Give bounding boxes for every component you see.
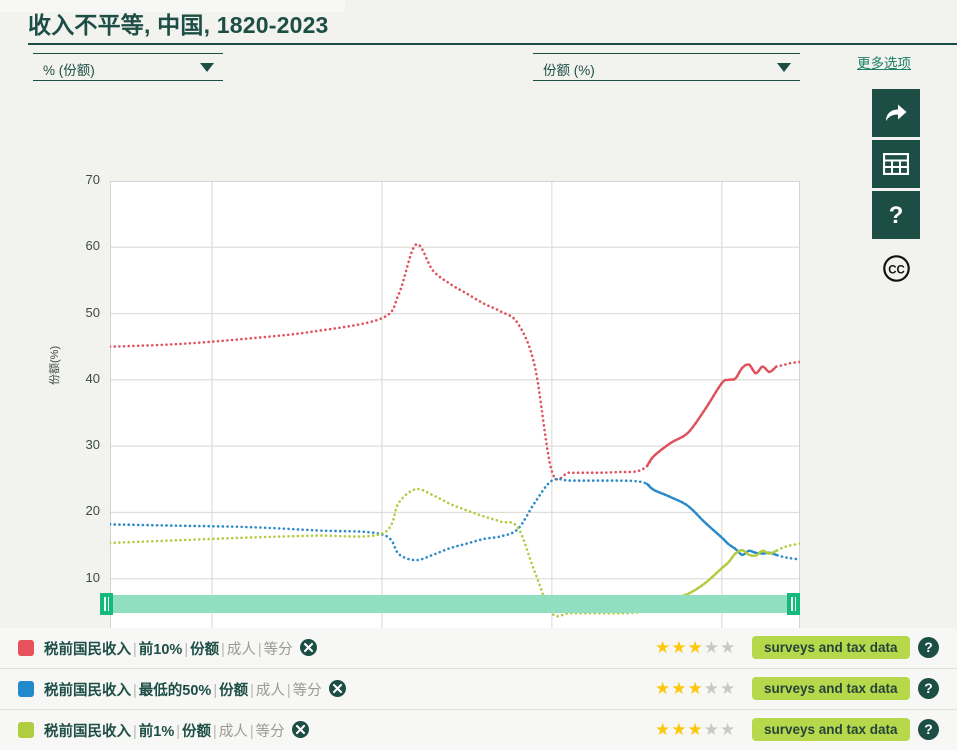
range-handle-start[interactable] (100, 593, 113, 615)
series-lines (110, 181, 800, 645)
y-axis-tick: 20 (85, 503, 100, 519)
star-icon: ★ (671, 720, 688, 739)
legend-label: 税前国民收入 | 前1% | 份额 | 成人 | 等分 (44, 724, 285, 740)
help-icon[interactable]: ? (918, 637, 939, 658)
legend-row[interactable]: 税前国民收入 | 最低的50% | 份额 | 成人 | 等分 ★★★★★ surveys and t… (0, 669, 957, 710)
chevron-down-icon (200, 63, 214, 72)
page-title: 收入不平等, 中国, 1820-2023 (28, 12, 329, 38)
star-icon: ★ (703, 638, 720, 657)
star-icon: ★ (703, 679, 720, 698)
cc-icon: CC (883, 255, 910, 282)
y-axis-tick: 30 (85, 437, 100, 453)
star-icon: ★ (671, 679, 688, 698)
series-line-dotted (110, 477, 800, 562)
share-icon (886, 104, 907, 121)
y-axis-tick: 10 (85, 569, 100, 585)
chart-area: 份额(%) 10203040506070 1850190019502000 (0, 85, 830, 666)
source-badge[interactable]: surveys and tax data (752, 677, 910, 700)
y-axis-tick: 50 (85, 304, 100, 320)
quality-rating-stars: ★★★★★ (655, 720, 736, 740)
help-icon[interactable]: ? (918, 719, 939, 740)
chevron-down-icon (777, 63, 791, 72)
range-handle-end[interactable] (787, 593, 800, 615)
year-range-slider[interactable] (100, 593, 800, 615)
legend-color-swatch (18, 640, 34, 656)
star-icon: ★ (671, 638, 688, 657)
legend-row[interactable]: 税前国民收入 | 前1% | 份额 | 成人 | 等分 ★★★★★ surveys and tax … (0, 710, 957, 750)
star-icon: ★ (720, 638, 737, 657)
close-icon[interactable] (300, 639, 317, 656)
legend-label: 税前国民收入 | 最低的50% | 份额 | 成人 | 等分 (44, 683, 322, 699)
star-icon: ★ (687, 720, 704, 739)
help-button[interactable]: ? (872, 191, 920, 239)
series-line-solid (645, 482, 778, 557)
quality-rating-stars: ★★★★★ (655, 679, 736, 699)
star-icon: ★ (655, 679, 672, 698)
metric-select-value: 份额 (%) (543, 63, 595, 78)
table-icon (883, 153, 909, 175)
title-divider (28, 43, 957, 45)
legend-row[interactable]: 税前国民收入 | 前10% | 份额 | 成人 | 等分 ★★★★★ surveys and tax… (0, 628, 957, 669)
plot-canvas[interactable] (110, 181, 800, 645)
legend-color-swatch (18, 722, 34, 738)
close-icon[interactable] (329, 680, 346, 697)
source-badge[interactable]: surveys and tax data (752, 718, 910, 741)
star-icon: ★ (703, 720, 720, 739)
legend-label: 税前国民收入 | 前10% | 份额 | 成人 | 等分 (44, 642, 293, 658)
unit-select-value: % (份额) (43, 63, 95, 78)
close-icon[interactable] (292, 721, 309, 738)
question-mark-icon: ? (889, 202, 904, 229)
star-icon: ★ (655, 638, 672, 657)
y-axis-tick: 70 (85, 172, 100, 187)
series-line-dotted (110, 243, 800, 481)
star-icon: ★ (720, 720, 737, 739)
legend-color-swatch (18, 681, 34, 697)
svg-text:?: ? (889, 202, 904, 229)
source-badge[interactable]: surveys and tax data (752, 636, 910, 659)
metric-select[interactable]: 份额 (%) (533, 53, 800, 81)
quality-rating-stars: ★★★★★ (655, 638, 736, 658)
svg-text:CC: CC (888, 265, 905, 277)
share-button[interactable] (872, 89, 920, 137)
y-axis-tick: 60 (85, 238, 100, 254)
star-icon: ★ (720, 679, 737, 698)
star-icon: ★ (655, 720, 672, 739)
legend: 税前国民收入 | 前10% | 份额 | 成人 | 等分 ★★★★★ surveys and tax… (0, 628, 957, 750)
chart-header: 收入不平等, 中国, 1820-2023 (0, 0, 957, 46)
y-axis-tick: 40 (85, 370, 100, 386)
unit-select[interactable]: % (份额) (33, 53, 223, 81)
star-icon: ★ (687, 679, 704, 698)
creative-commons-badge[interactable]: CC (883, 255, 910, 282)
star-icon: ★ (687, 638, 704, 657)
more-options-link[interactable]: 更多选项 (857, 52, 911, 72)
table-button[interactable] (872, 140, 920, 188)
help-icon[interactable]: ? (918, 678, 939, 699)
